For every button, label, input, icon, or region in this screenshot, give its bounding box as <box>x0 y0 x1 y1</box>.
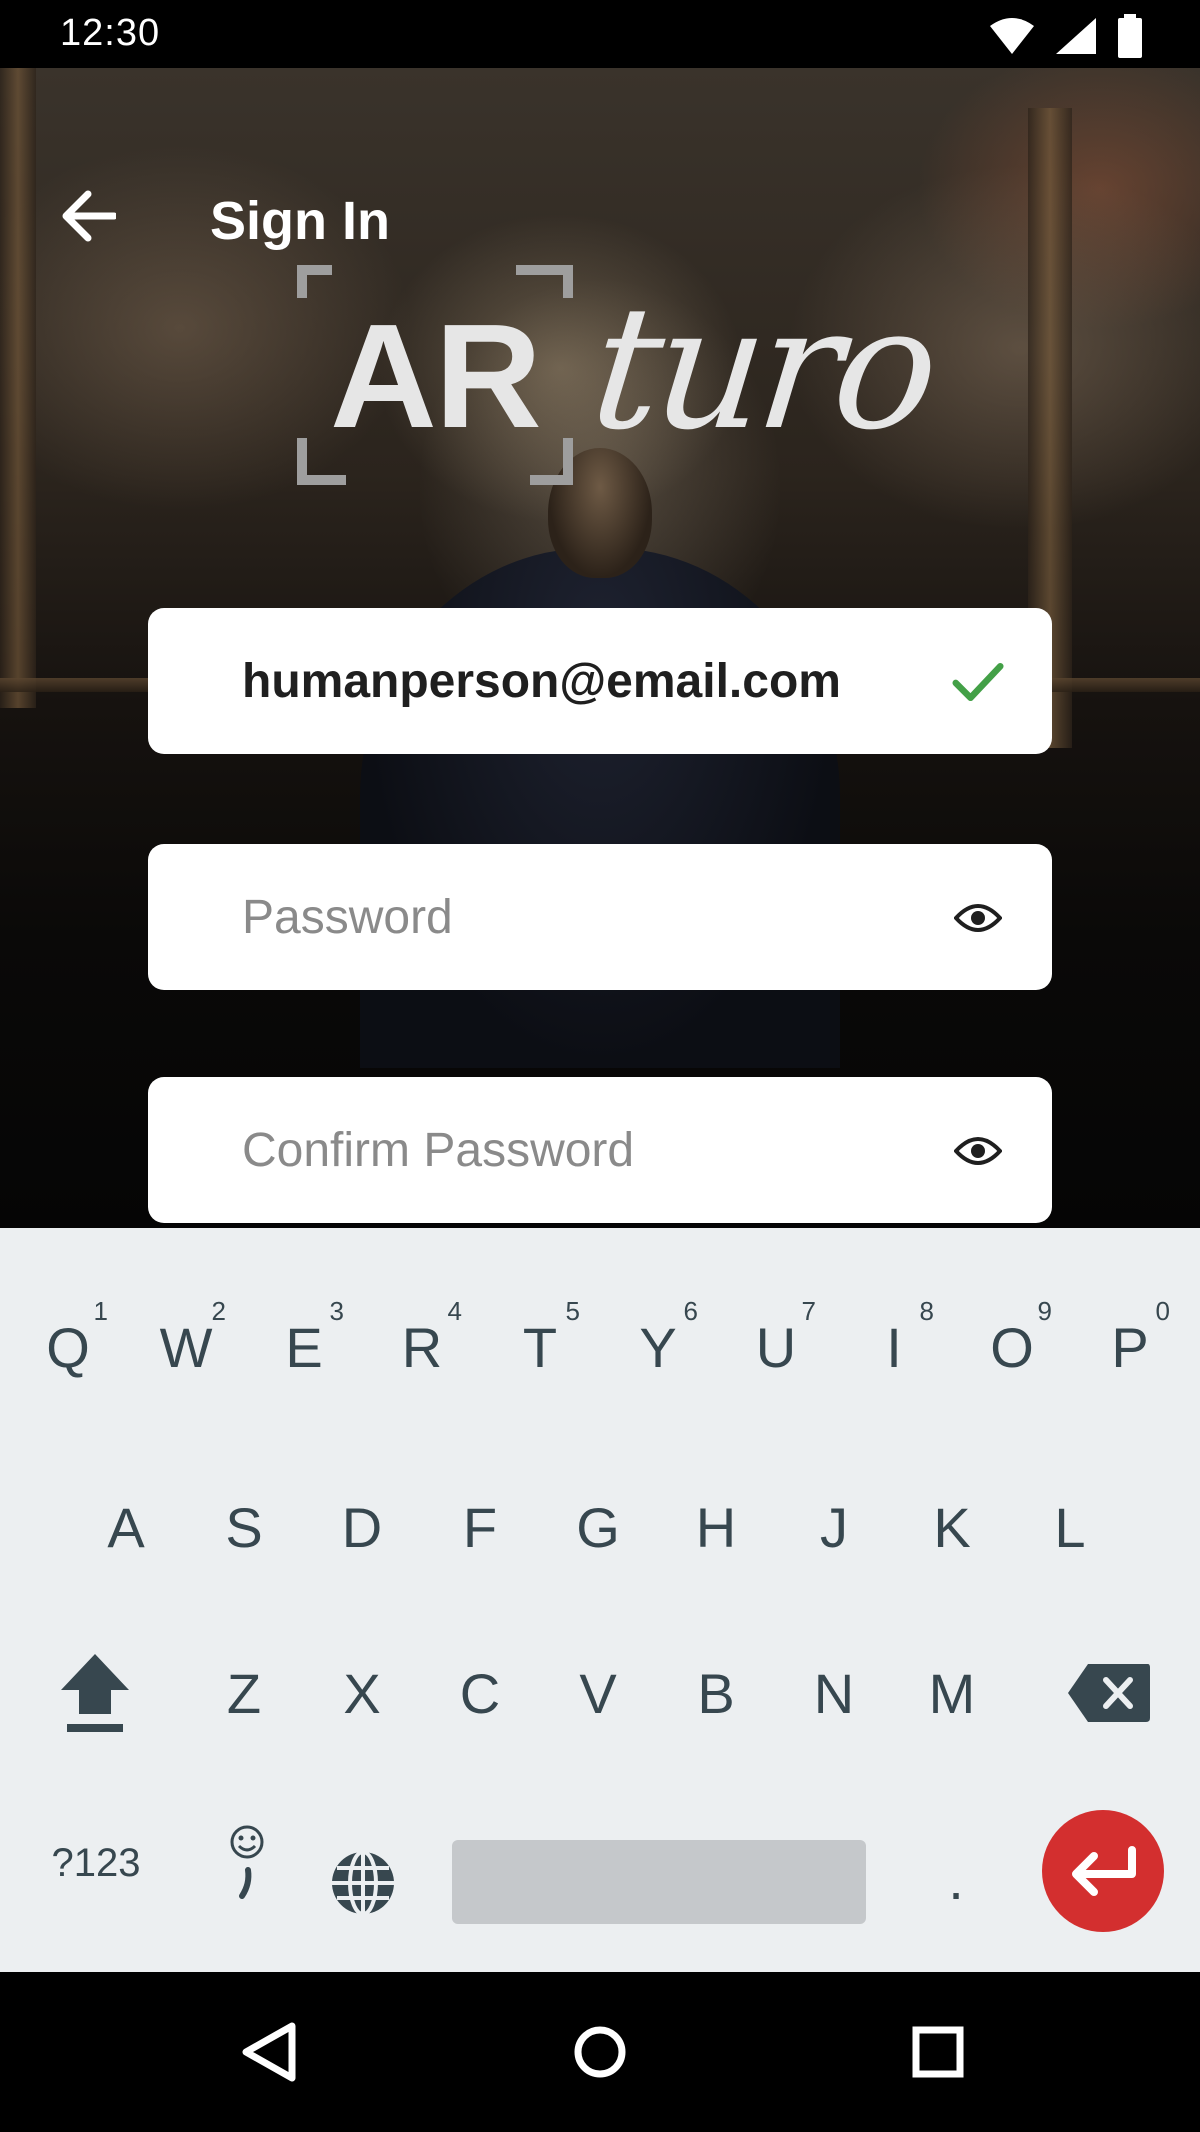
key-label: E <box>285 1315 323 1379</box>
status-time: 12:30 <box>60 12 161 54</box>
key-x[interactable]: X <box>314 1638 410 1748</box>
check-icon <box>952 662 1004 702</box>
key-hint: 6 <box>683 1296 698 1326</box>
nav-home-button[interactable] <box>560 2012 640 2092</box>
key-j[interactable]: J <box>786 1472 882 1582</box>
key-hint: 8 <box>919 1296 934 1326</box>
key-label: I <box>886 1315 902 1379</box>
eye-icon <box>954 904 1002 932</box>
key-g[interactable]: G <box>550 1472 646 1582</box>
emoji-comma-key[interactable] <box>212 1818 282 1908</box>
key-label: R <box>401 1315 443 1379</box>
key-i[interactable]: I8 <box>846 1292 942 1402</box>
logo-ar-text: AR <box>330 294 542 459</box>
arturo-logo: AR turo <box>296 258 942 498</box>
backspace-icon <box>1068 1664 1150 1722</box>
key-a[interactable]: A <box>78 1472 174 1582</box>
key-label: P <box>1111 1315 1149 1379</box>
key-hint: 0 <box>1155 1296 1170 1326</box>
key-label: Y <box>639 1315 677 1379</box>
signal-icon <box>1056 18 1096 54</box>
key-v[interactable]: V <box>550 1638 646 1748</box>
key-label: Q <box>46 1315 90 1379</box>
soft-keyboard: Q1 W2 E3 R4 T5 Y6 U7 I8 O9 P0 A S D F G … <box>0 1228 1200 1972</box>
system-nav-bar <box>0 1972 1200 2132</box>
key-z[interactable]: Z <box>196 1638 292 1748</box>
key-k[interactable]: K <box>904 1472 1000 1582</box>
key-hint: 9 <box>1037 1296 1052 1326</box>
key-f[interactable]: F <box>432 1472 528 1582</box>
space-bar[interactable] <box>452 1840 866 1924</box>
logo-turo-text: turo <box>583 270 942 468</box>
key-q[interactable]: Q1 <box>20 1292 116 1402</box>
password-visibility-toggle[interactable] <box>952 892 1004 944</box>
emoji-comma-icon <box>230 1825 264 1899</box>
key-u[interactable]: U7 <box>728 1292 824 1402</box>
key-label: W <box>159 1315 213 1379</box>
email-input[interactable] <box>242 608 932 754</box>
key-h[interactable]: H <box>668 1472 764 1582</box>
page-title: Sign In <box>210 191 390 251</box>
password-field[interactable] <box>148 844 1052 990</box>
key-label: O <box>990 1315 1034 1379</box>
symbols-key[interactable]: ?123 <box>36 1818 156 1908</box>
battery-icon <box>1118 14 1142 58</box>
key-hint: 2 <box>211 1296 226 1326</box>
shift-key[interactable] <box>40 1638 150 1748</box>
email-field[interactable] <box>148 608 1052 754</box>
key-hint: 7 <box>801 1296 816 1326</box>
globe-icon <box>332 1850 394 1916</box>
language-key[interactable] <box>318 1838 408 1928</box>
key-s[interactable]: S <box>196 1472 292 1582</box>
shift-icon <box>61 1654 129 1732</box>
nav-back-button[interactable] <box>228 2012 308 2092</box>
key-o[interactable]: O9 <box>964 1292 1060 1402</box>
key-p[interactable]: P0 <box>1082 1292 1178 1402</box>
back-triangle-icon <box>242 2022 296 2082</box>
key-label: T <box>522 1315 558 1379</box>
confirm-password-visibility-toggle[interactable] <box>952 1125 1004 1177</box>
recents-square-icon <box>912 2026 964 2078</box>
key-hint: 5 <box>565 1296 580 1326</box>
key-hint: 1 <box>93 1296 108 1326</box>
password-input[interactable] <box>242 844 932 990</box>
wifi-icon <box>990 18 1034 54</box>
enter-key[interactable] <box>1042 1810 1164 1932</box>
enter-icon <box>1072 1846 1136 1896</box>
app-bar: Sign In <box>0 68 1200 251</box>
key-m[interactable]: M <box>904 1638 1000 1748</box>
key-l[interactable]: L <box>1022 1472 1118 1582</box>
backspace-key[interactable] <box>1054 1638 1164 1748</box>
key-n[interactable]: N <box>786 1638 882 1748</box>
eye-icon <box>954 1137 1002 1165</box>
key-t[interactable]: T5 <box>492 1292 588 1402</box>
email-valid-indicator <box>952 656 1004 708</box>
key-d[interactable]: D <box>314 1472 410 1582</box>
key-label: U <box>755 1315 797 1379</box>
key-hint: 3 <box>329 1296 344 1326</box>
arrow-left-icon <box>62 190 116 242</box>
status-icons <box>988 14 1144 58</box>
status-bar: 12:30 <box>0 0 1200 68</box>
key-e[interactable]: E3 <box>256 1292 352 1402</box>
key-hint: 4 <box>447 1296 462 1326</box>
key-w[interactable]: W2 <box>138 1292 234 1402</box>
confirm-password-field[interactable] <box>148 1077 1052 1223</box>
back-button[interactable] <box>56 184 120 248</box>
key-y[interactable]: Y6 <box>610 1292 706 1402</box>
key-b[interactable]: B <box>668 1638 764 1748</box>
home-circle-icon <box>574 2026 626 2078</box>
confirm-password-input[interactable] <box>242 1077 932 1223</box>
key-r[interactable]: R4 <box>374 1292 470 1402</box>
period-key[interactable]: . <box>916 1834 996 1924</box>
key-c[interactable]: C <box>432 1638 528 1748</box>
nav-recents-button[interactable] <box>898 2012 978 2092</box>
